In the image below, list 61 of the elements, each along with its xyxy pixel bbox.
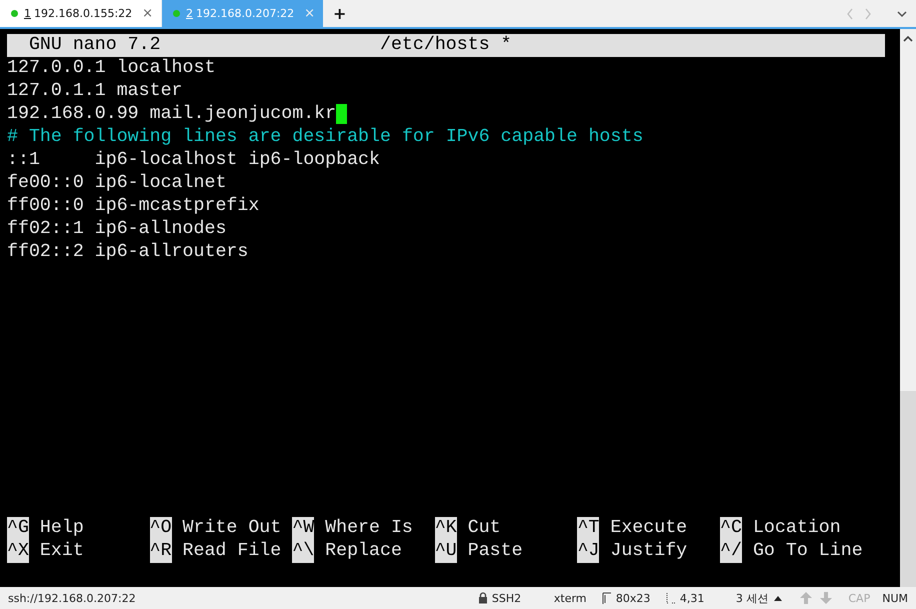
file-line: fe00::0 ip6-localnet (7, 172, 226, 195)
caret-up-icon[interactable] (774, 595, 782, 601)
protocol: SSH2 (492, 592, 522, 604)
tab-title: 192.168.0.207:22 (196, 7, 296, 20)
shortcut-label: Cut (468, 517, 501, 540)
shortcut-key: ^K (434, 517, 457, 540)
shortcut-label: Where Is (325, 517, 413, 540)
shortcut-label: Justify (610, 540, 688, 563)
cursor-position: 4,31 (680, 592, 706, 604)
file-line: ff00::0 ip6-mcastprefix (7, 195, 260, 218)
shortcut-label: Read File (182, 540, 282, 563)
shortcut-key: ^X (7, 540, 29, 563)
scroll-thumb[interactable] (900, 391, 916, 587)
shortcut-label: Location (752, 517, 841, 540)
shortcut-label: Go To Line (752, 540, 863, 563)
session-count: 3 세션 (736, 590, 768, 606)
cursor-position-icon (666, 592, 676, 604)
file-line: ::1 ip6-localhost ip6-loopback (7, 149, 380, 172)
lock-icon (478, 592, 488, 604)
file-line: ff02::1 ip6-allnodes (7, 218, 226, 241)
shortcut-key: ^R (150, 540, 172, 563)
shortcut-label: Paste (468, 540, 523, 563)
shortcut-key: ^G (7, 517, 29, 540)
up-down-arrows-icon (800, 592, 834, 604)
shortcut-key: ^\ (292, 540, 314, 563)
shortcut-key: ^C (720, 517, 742, 540)
shortcut-label: Execute (610, 517, 688, 540)
terminal-size: 80x23 (616, 592, 652, 604)
shortcut-key: ^O (150, 517, 172, 540)
file-line: 127.0.1.1 master (7, 80, 183, 103)
editor-version: GNU nano 7.2 (28, 34, 162, 57)
shortcut-key: ^T (577, 517, 600, 540)
shortcut-key: ^J (577, 540, 600, 563)
chevron-down-icon[interactable] (896, 10, 908, 18)
tab-number: 2 (186, 7, 193, 20)
shortcut-label: Exit (40, 540, 84, 563)
connected-status-icon (11, 10, 18, 17)
file-line: 192.168.0.99 mail.jeonjucom.kr (7, 103, 336, 126)
new-tab-button[interactable]: + (324, 4, 356, 23)
terminal-type: xterm (554, 592, 588, 604)
tab-title: 192.168.0.155:22 (34, 7, 134, 20)
file-name: /etc/hosts * (380, 34, 512, 57)
shortcut-label: Replace (325, 540, 402, 563)
shortcut-label: Help (40, 517, 84, 540)
shortcut-key: ^W (292, 517, 314, 540)
scroll-up-icon[interactable] (903, 35, 913, 43)
file-line: ff02::2 ip6-allrouters (7, 241, 248, 264)
connected-status-icon (173, 10, 180, 17)
resize-icon (602, 592, 612, 604)
key-lock-indicator: CAP (848, 592, 870, 604)
file-line: 127.0.0.1 localhost (7, 57, 216, 80)
shortcut-label: Write Out (182, 517, 282, 540)
tab-number: 1 (24, 7, 31, 20)
file-line: # The following lines are desirable for IPv6 capable hosts (7, 126, 644, 149)
shortcut-key: ^U (434, 540, 457, 563)
key-lock-indicator: NUM (882, 592, 908, 604)
session-tab[interactable]: 1 192.168.0.155:22 × (0, 0, 161, 27)
connection-address: ssh://192.168.0.207:22 (8, 592, 136, 604)
shortcut-key: ^/ (720, 540, 742, 563)
close-icon[interactable]: × (142, 6, 153, 21)
scrollbar[interactable] (900, 29, 916, 587)
